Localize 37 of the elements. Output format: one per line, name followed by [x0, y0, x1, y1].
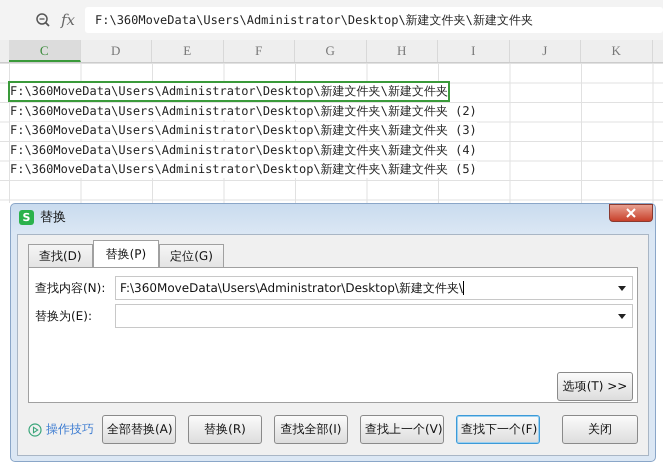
- formula-field[interactable]: F:\360MoveData\Users\Administrator\Desktop\新建文件夹\新建文件夹: [85, 7, 663, 33]
- zoom-icon[interactable]: [35, 12, 51, 28]
- dialog-title: 替换: [40, 209, 66, 226]
- tips-link[interactable]: 操作技巧: [46, 421, 94, 438]
- action-button[interactable]: 查找上一个(V): [360, 415, 444, 444]
- table-cell: F:\360MoveData\Users\Administrator\Desktop\新建文件夹\新建文件夹 (3): [10, 122, 477, 140]
- column-header[interactable]: J: [510, 40, 581, 62]
- table-cell: F:\360MoveData\Users\Administrator\Desktop\新建文件夹\新建文件夹 (4): [10, 142, 477, 159]
- action-button[interactable]: 替换(R): [188, 415, 262, 444]
- options-button[interactable]: 选项(T) >>: [557, 372, 633, 401]
- table-cell: F:\360MoveData\Users\Administrator\Desktop\新建文件夹\新建文件夹 (5): [10, 161, 477, 178]
- dropdown-icon[interactable]: [618, 286, 626, 290]
- action-button[interactable]: 全部替换(A): [102, 415, 176, 444]
- column-header[interactable]: D: [80, 40, 152, 62]
- dropdown-icon[interactable]: [618, 314, 626, 318]
- field-label: 查找内容(N):: [35, 280, 106, 296]
- tab[interactable]: 查找(D): [28, 244, 93, 267]
- column-header[interactable]: G: [295, 40, 366, 62]
- table-cell: F:\360MoveData\Users\Administrator\Desktop\新建文件夹\新建文件夹 (2): [10, 102, 477, 120]
- input-field[interactable]: [115, 304, 633, 328]
- close-icon[interactable]: [609, 204, 653, 222]
- column-header[interactable]: F: [224, 40, 295, 62]
- close-button[interactable]: 关闭: [562, 415, 638, 444]
- play-icon[interactable]: [28, 422, 42, 436]
- app-icon: S: [19, 210, 34, 224]
- table-cell: F:\360MoveData\Users\Administrator\Desktop\新建文件夹\新建文件夹: [10, 83, 448, 100]
- tab[interactable]: 替换(P): [92, 240, 160, 267]
- action-button[interactable]: 查找全部(I): [274, 415, 348, 444]
- tab[interactable]: 定位(G): [159, 244, 224, 267]
- column-header[interactable]: I: [438, 40, 510, 62]
- function-label[interactable]: fx: [61, 11, 76, 29]
- input-field[interactable]: F:\360MoveData\Users\Administrator\Desktop\新建文件夹\: [115, 276, 633, 300]
- column-header[interactable]: E: [152, 40, 224, 62]
- column-header[interactable]: H: [366, 40, 438, 62]
- column-header[interactable]: K: [581, 40, 652, 62]
- field-label: 替换为(E):: [35, 308, 93, 324]
- action-button[interactable]: 查找下一个(F): [456, 415, 540, 444]
